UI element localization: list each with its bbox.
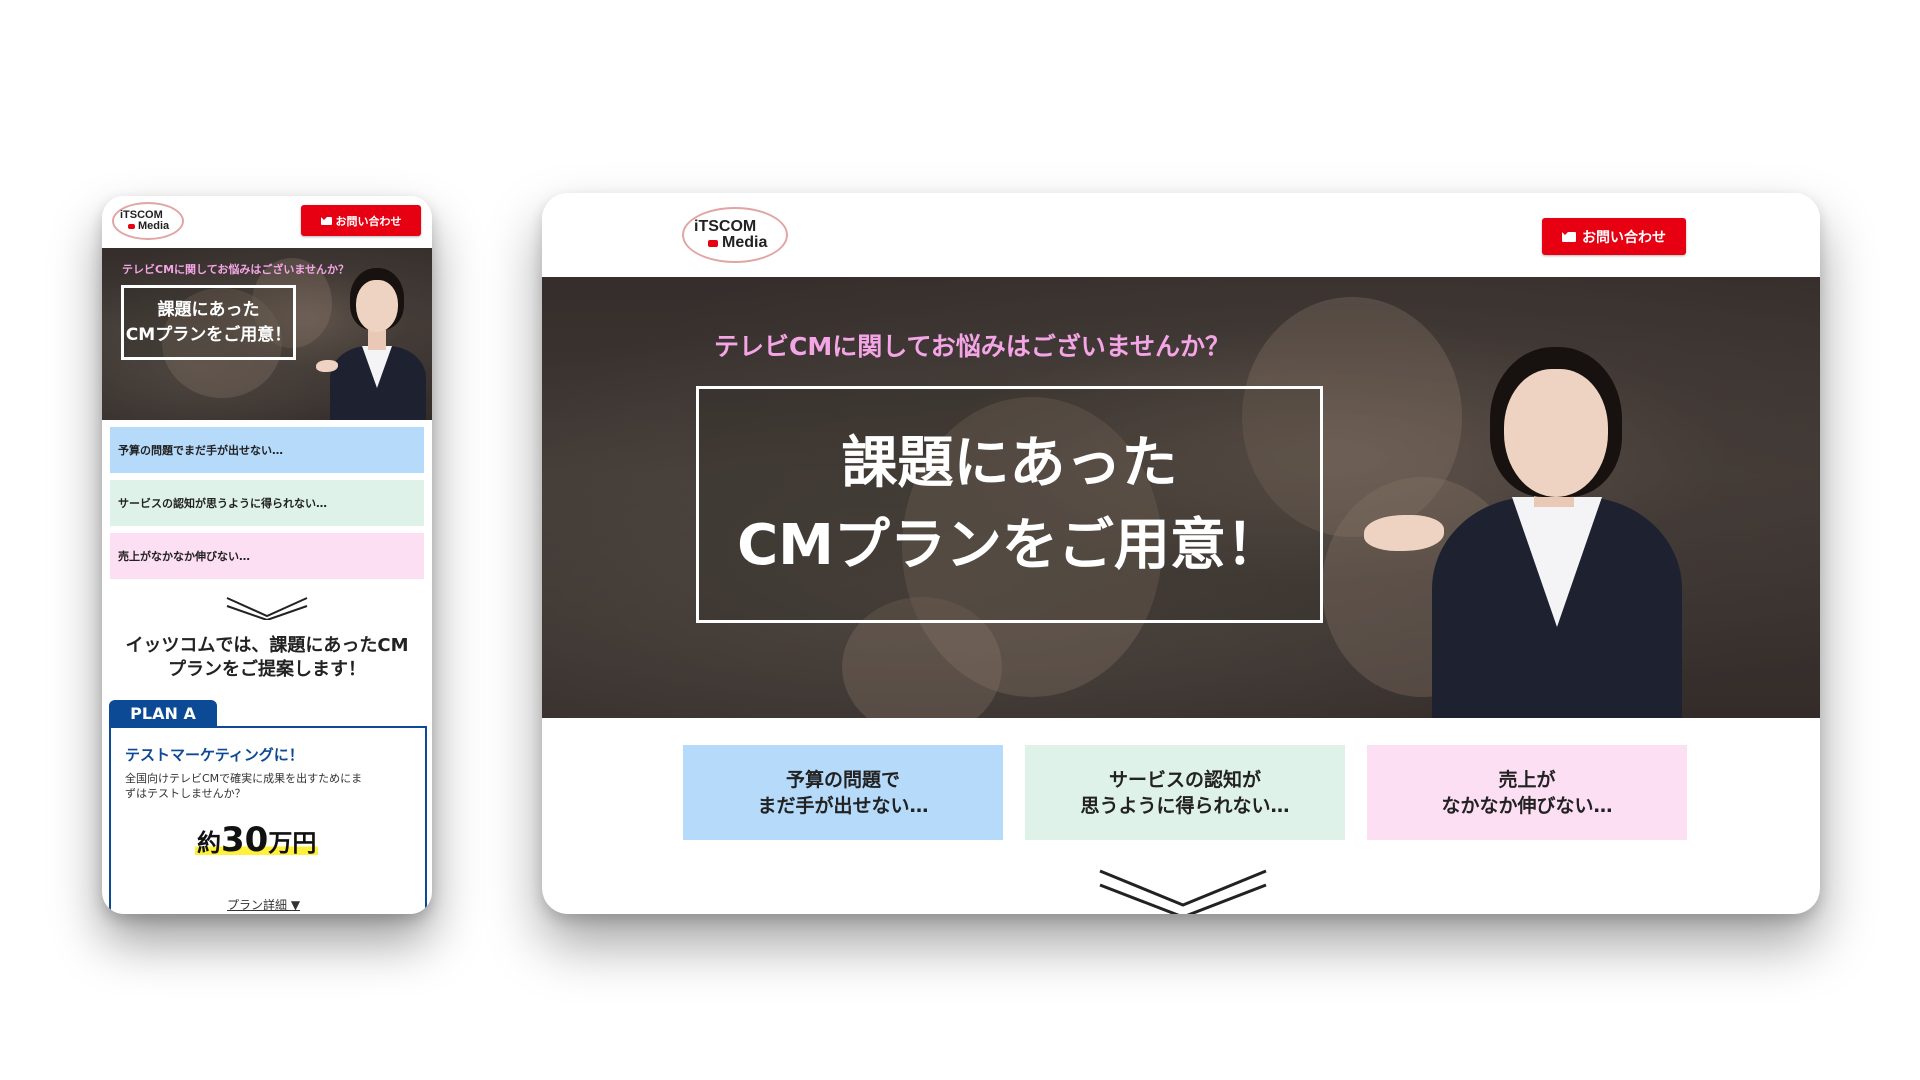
desktop-mockup: iTSCOM Media お問い合わせ テレビCMに関してお悩みはございませんか… bbox=[542, 193, 1820, 914]
desktop-presenter-image bbox=[1362, 347, 1682, 718]
mobile-header: iTSCOM Media お問い合わせ bbox=[102, 196, 432, 248]
mobile-concern-card-awareness: サービスの認知が思うように得られない… bbox=[110, 480, 424, 526]
plan-a-tab: PLAN A bbox=[109, 700, 217, 726]
logo-mark-icon bbox=[708, 239, 718, 247]
desktop-hero-headline-1: 課題にあった bbox=[841, 430, 1178, 496]
mobile-hero: テレビCMに関してお悩みはございませんか？ 課題にあった CMプランをご用意！ bbox=[102, 248, 432, 420]
desktop-concern-card-sales: 売上が なかなか伸びない… bbox=[1367, 745, 1687, 840]
mobile-hero-headline-box: 課題にあった CMプランをご用意！ bbox=[121, 285, 296, 360]
plan-a-title: テストマーケティングに！ bbox=[125, 746, 304, 764]
desktop-hero-headline-2: CMプランをご用意！ bbox=[737, 512, 1282, 578]
plan-a-detail-link[interactable]: プラン詳細 ▼ bbox=[227, 896, 300, 913]
mobile-chevron-down-icon bbox=[226, 597, 308, 620]
mobile-concern-card-sales: 売上がなかなか伸びない… bbox=[110, 533, 424, 579]
mobile-presenter-image bbox=[316, 248, 432, 420]
showcase-stage: iTSCOM Media お問い合わせ テレビCMに関してお悩みはございませんか… bbox=[0, 0, 1920, 1080]
desktop-concern-card-budget: 予算の問題で まだ手が出せない… bbox=[683, 745, 1003, 840]
mobile-concern-card-budget: 予算の問題でまだ手が出せない… bbox=[110, 427, 424, 473]
desktop-hero: テレビCMに関してお悩みはございませんか？ 課題にあった CMプランをご用意！ bbox=[542, 277, 1820, 718]
mail-icon bbox=[320, 216, 332, 225]
desktop-chevron-down-icon bbox=[1099, 869, 1267, 914]
desktop-contact-button[interactable]: お問い合わせ bbox=[1542, 218, 1686, 255]
desktop-concern-card-awareness: サービスの認知が 思うように得られない… bbox=[1025, 745, 1345, 840]
mobile-hero-headline-2: CMプランをご用意！ bbox=[125, 324, 292, 345]
mobile-proposal-heading: イッツコムでは、課題にあったCM プランをご提案します！ bbox=[125, 635, 409, 680]
mobile-mockup: iTSCOM Media お問い合わせ テレビCMに関してお悩みはございませんか… bbox=[102, 196, 432, 914]
mobile-contact-button[interactable]: お問い合わせ bbox=[301, 205, 421, 236]
mobile-hero-headline-1: 課題にあった bbox=[157, 299, 260, 320]
plan-a-price: 約30万円 bbox=[195, 820, 319, 860]
plan-a-description: 全国向けテレビCMで確実に成果を出すためにま ずはテストしませんか？ bbox=[125, 772, 363, 800]
desktop-logo[interactable]: iTSCOM Media bbox=[682, 207, 788, 263]
desktop-hero-headline-box: 課題にあった CMプランをご用意！ bbox=[696, 386, 1323, 623]
mobile-hero-lead: テレビCMに関してお悩みはございませんか？ bbox=[122, 263, 350, 276]
plan-a-card: テストマーケティングに！ 全国向けテレビCMで確実に成果を出すためにま ずはテス… bbox=[109, 726, 427, 914]
desktop-header: iTSCOM Media お問い合わせ bbox=[542, 193, 1820, 277]
mail-icon bbox=[1562, 231, 1576, 242]
mobile-logo[interactable]: iTSCOM Media bbox=[112, 202, 184, 240]
desktop-hero-lead: テレビCMに関してお悩みはございませんか？ bbox=[714, 332, 1230, 361]
logo-mark-icon bbox=[128, 224, 135, 229]
